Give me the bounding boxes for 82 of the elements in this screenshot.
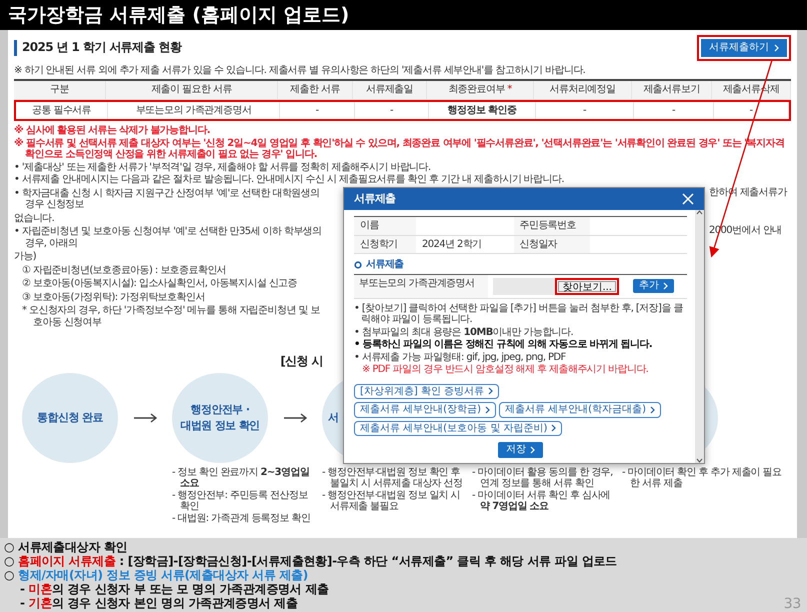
guide-link-button[interactable]: 제출서류 세부안내(장학금) <box>354 402 496 418</box>
process-step: 통합신청 완료 <box>22 372 118 462</box>
table-cell: 부또는모의 가족관계증명서 <box>108 102 280 119</box>
guide-link-button[interactable]: 제출서류 세부안내(학자금대출) <box>498 402 661 418</box>
field-value: 2024년 2학기 <box>421 238 483 252</box>
detail-text: - 정보 확인 완료까지 2~3영업일 소요 <box>172 466 310 490</box>
detail-text: - 행정안전부: 주민등록 전산정보 확인 <box>172 490 309 512</box>
detail-text: - 대법원: 가족관계 등록정보 확인 <box>172 512 312 524</box>
field-label: 이름 <box>354 217 416 235</box>
list-item-text: ② 보호아동(아동복지시설): 입소사실확인서, 아동복지시설 신고증 <box>22 278 298 290</box>
chevron-icon <box>530 446 535 454</box>
column-header: 제출서류보기 <box>632 81 712 98</box>
scroll-down-icon <box>696 458 703 463</box>
table-cell: - <box>355 102 429 119</box>
summary-line: - 기혼의 경우 신청자 본인 명의 가족관계증명서 제출 <box>20 596 298 610</box>
scrollbar[interactable] <box>695 210 704 463</box>
arrow-icon <box>134 412 158 422</box>
note-text: • 첨부파일의 최대 용량은 10MB이내만 가능합니다. <box>354 326 574 338</box>
add-button[interactable]: 추가 <box>633 279 674 293</box>
chevron-icon <box>484 406 490 414</box>
page-number: 33 <box>784 596 801 612</box>
table-cell: - <box>536 102 634 119</box>
bullet-text: 가능) <box>14 251 38 262</box>
dialog-title: 서류제출 <box>354 192 396 206</box>
table-cell: - <box>280 102 355 119</box>
close-icon <box>682 192 694 205</box>
note-text: • 등록하신 파일의 이름은 정해진 규칙에 의해 자동으로 바뀌게 됩니다. <box>354 339 654 351</box>
list-item-text: ① 자립준비청년(보호종료아동) : 보호종료확인서 <box>22 264 228 276</box>
summary-line: ○ 홈페이지 서류제출 : [장학금]-[장학금신청]-[서류제출현황]-우측 하단 “서류제출” 클릭 후 해당 서류 파일 업로드 <box>4 554 617 568</box>
detail-text: - 행정안전부·대법원 정보 일치 시 서류제출 불필요 <box>322 490 462 512</box>
bullet-text: * 오신청자의 경우, 하단 '가족정보수정' 메뉴를 통해 자립준비청년 및 보호아동 신청여부 <box>22 305 321 328</box>
bullet-text: 없습니다. <box>14 212 56 224</box>
section-title: 서류제출 <box>366 259 404 271</box>
close-button[interactable] <box>682 192 694 205</box>
field-label: 주민등록번호 <box>514 217 590 235</box>
note-text: • [찾아보기] 클릭하여 선택한 파일을 [추가] 버튼을 눌러 첨부한 후, [저장]을 클릭해야 파일이 등록됩니다. <box>354 302 684 326</box>
table-cell: - <box>714 102 789 119</box>
column-header: 서류제출일 <box>353 81 427 98</box>
bullet-text: • 자립준비청년 및 보호아동 신청여부 '예'로 선택한 만35세 이하 학부생의 경우, 아래의 <box>14 226 323 249</box>
field-label: 신청학기 <box>354 236 416 254</box>
field-label: 신청일자 <box>514 236 590 254</box>
note-text: • 서류제출 가능 파일형태: gif, jpg, jpeg, png, PDF <box>354 352 567 364</box>
arrow-icon <box>284 412 308 422</box>
slide-title: 국가장학금 서류제출 (홈페이지 업로드) <box>0 0 807 30</box>
guide-link-button[interactable]: 제출서류 세부안내(보호아동 및 자립준비) <box>354 420 562 436</box>
table-cell: - <box>634 102 714 119</box>
notice-text: ※ 하기 안내된 서류 외에 추가 제출 서류가 있을 수 있습니다. 제출서류 별 유의사항은 하단의 '제출서류 세부안내'를 참고하시기 바랍니다. <box>14 64 586 76</box>
column-header: 제출이 필요한 서류 <box>106 81 278 98</box>
document-label: 부또는모의 가족관계증명서 <box>354 274 488 298</box>
bullet-text: • 서류제출 안내메시지는 다음과 같은 절차로 발송됩니다. 안내메시지 수신 시 제출필요서류를 확인 후 기간 내 제출하시기 바랍니다. <box>14 174 565 186</box>
summary-line: - 미혼의 경우 신청자 부 또는 모 명의 가족관계증명서 제출 <box>20 582 329 596</box>
bullet-text: • '제출대상' 또는 제출한 서류가 '부적격'일 경우, 제출해야 할 서류를 정확히 제출해주시기 바랍니다. <box>14 162 432 173</box>
summary-line: ○ 서류제출대상자 확인 <box>4 540 128 554</box>
process-heading: [신청 시 <box>279 354 324 368</box>
chevron-icon <box>774 44 779 52</box>
column-header: 구분 <box>14 81 106 98</box>
chevron-icon <box>551 424 556 432</box>
process-step: 행정안전부 · 대법원 정보 확인 <box>172 372 268 462</box>
chevron-icon <box>650 406 655 414</box>
column-header: 서류처리예정일 <box>534 81 632 98</box>
detail-text: - 마이데이터 서류 확인 후 심사에 약 7영업일 소요 <box>472 490 612 512</box>
list-item-text: ③ 보호아동(가정위탁): 가정위탁보호확인서 <box>22 292 206 303</box>
detail-text: - 마이데이터 활용 동의를 한 경우, 연계 정보를 통해 서류 확인 <box>472 466 614 490</box>
browse-button[interactable]: 찾아보기... <box>555 278 619 295</box>
section-heading: 2025 년 1 학기 서류제출 현황 <box>14 40 182 56</box>
column-header: 최종완료여부 * <box>427 81 534 98</box>
column-header: 제출한 서류 <box>278 81 353 98</box>
save-button[interactable]: 저장 <box>498 442 543 458</box>
submit-button[interactable]: 서류제출하기 <box>697 35 791 60</box>
summary-line: ○ 형제/자매(자녀) 정보 증빙 서류(제출대상자 서류 제출) <box>4 568 308 582</box>
table-cell: 공통 필수서류 <box>16 102 108 119</box>
guide-link-button[interactable]: [차상위계층] 확인 증빙서류 <box>354 384 500 400</box>
chevron-icon <box>663 282 668 290</box>
detail-text: - 마이데이터 확인 후 추가 제출이 필요한 서류 제출 <box>622 466 782 490</box>
chevron-icon <box>488 387 494 396</box>
scroll-up-icon <box>696 210 703 216</box>
warning-text: ※ 심사에 활용된 서류는 삭제가 불가능합니다. <box>14 125 211 136</box>
detail-text: - 행정안전부·대법원 정보 확인 후 불일치 시 서류제출 대상자 선정 <box>322 466 464 490</box>
ring-icon <box>354 260 362 269</box>
bullet-text: • 학자금대출 신청 시 학자금 지원구간 산정여부 '예'로 선택한 대학원생의 경우 신청정보 <box>14 188 320 210</box>
file-field[interactable]: 찾아보기... <box>493 278 619 295</box>
table-cell: 행정정보 확인중 <box>429 102 536 119</box>
